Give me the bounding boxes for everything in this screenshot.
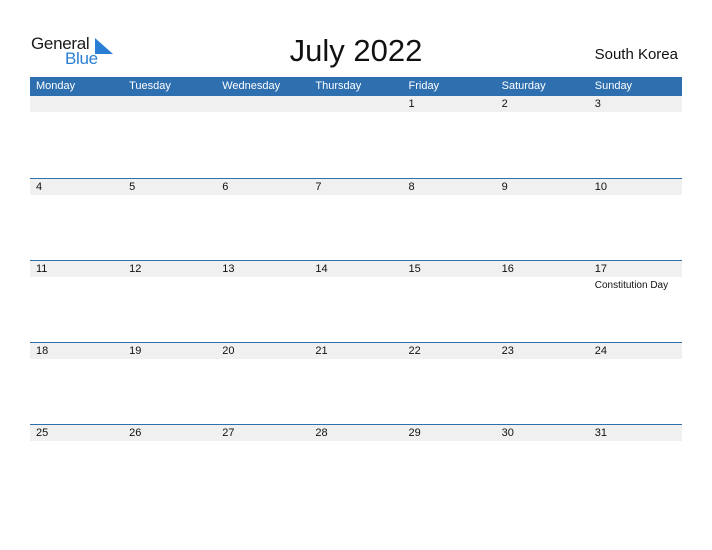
day-number: 19 (129, 345, 142, 357)
weekday-friday: Friday (408, 80, 440, 92)
day-cell: 4 (30, 179, 123, 195)
day-cell (123, 96, 216, 112)
day-number: 3 (594, 98, 601, 110)
day-number: 4 (36, 181, 43, 193)
day-cell: 16 (496, 261, 589, 277)
day-cell: 18 (30, 343, 123, 359)
day-number: 12 (129, 263, 142, 275)
holiday-label: Constitution Day (594, 280, 669, 291)
weekday-wednesday: Wednesday (222, 80, 281, 92)
week-row: 11 12 13 14 15 16 17 Constitution Day (30, 260, 682, 342)
day-cell: 24 (589, 343, 682, 359)
day-number: 8 (408, 181, 415, 193)
day-cell: 10 (589, 179, 682, 195)
day-cell: 14 (309, 261, 402, 277)
day-cell: 29 (403, 425, 496, 441)
date-strip: 4 5 6 7 8 9 10 (30, 179, 682, 195)
country-label: South Korea (594, 46, 678, 63)
day-number: 9 (501, 181, 508, 193)
day-cell (30, 96, 123, 112)
week-row: 25 26 27 28 29 30 31 (30, 424, 682, 506)
day-cell (309, 96, 402, 112)
week-row: 18 19 20 21 22 23 24 (30, 342, 682, 424)
day-cell: 15 (403, 261, 496, 277)
calendar-grid: Monday Tuesday Wednesday Thursday Friday… (30, 77, 682, 506)
day-cell: 27 (216, 425, 309, 441)
day-number: 6 (222, 181, 229, 193)
day-number: 22 (408, 345, 421, 357)
day-cell: 22 (403, 343, 496, 359)
day-cell: 17 Constitution Day (589, 261, 682, 291)
day-cell: 25 (30, 425, 123, 441)
day-number: 24 (594, 345, 607, 357)
day-number: 1 (408, 98, 415, 110)
day-cell: 21 (309, 343, 402, 359)
day-cell: 28 (309, 425, 402, 441)
day-number: 21 (315, 345, 328, 357)
day-number: 17 (594, 263, 607, 275)
day-cell: 12 (123, 261, 216, 277)
day-cell: 20 (216, 343, 309, 359)
day-number: 28 (315, 427, 328, 439)
day-number: 15 (408, 263, 421, 275)
day-number: 23 (501, 345, 514, 357)
day-cell: 5 (123, 179, 216, 195)
weekday-saturday: Saturday (501, 80, 546, 92)
weekday-tuesday: Tuesday (129, 80, 171, 92)
week-row: 1 2 3 (30, 96, 682, 178)
day-cell: 3 (589, 96, 682, 112)
date-strip: 1 2 3 (30, 96, 682, 112)
day-number: 2 (501, 98, 508, 110)
day-number: 10 (594, 181, 607, 193)
week-row: 4 5 6 7 8 9 10 (30, 178, 682, 260)
day-number: 29 (408, 427, 421, 439)
day-cell: 31 (589, 425, 682, 441)
day-cell: 30 (496, 425, 589, 441)
date-strip: 11 12 13 14 15 16 17 Constitution Day (30, 261, 682, 291)
day-number: 14 (315, 263, 328, 275)
day-number: 25 (36, 427, 49, 439)
day-cell (216, 96, 309, 112)
day-cell: 19 (123, 343, 216, 359)
day-number: 11 (36, 263, 48, 275)
day-cell: 1 (403, 96, 496, 112)
day-cell: 8 (403, 179, 496, 195)
day-cell: 11 (30, 261, 123, 277)
day-number: 20 (222, 345, 235, 357)
day-cell: 9 (496, 179, 589, 195)
weekday-monday: Monday (36, 80, 76, 92)
weekday-header: Monday Tuesday Wednesday Thursday Friday… (30, 77, 682, 96)
day-number: 31 (594, 427, 607, 439)
day-number: 27 (222, 427, 235, 439)
day-cell: 26 (123, 425, 216, 441)
day-number: 26 (129, 427, 142, 439)
weekday-thursday: Thursday (315, 80, 362, 92)
day-number: 13 (222, 263, 235, 275)
weekday-sunday: Sunday (594, 80, 633, 92)
day-number: 16 (501, 263, 514, 275)
date-strip: 25 26 27 28 29 30 31 (30, 425, 682, 441)
day-cell: 23 (496, 343, 589, 359)
date-strip: 18 19 20 21 22 23 24 (30, 343, 682, 359)
day-cell: 6 (216, 179, 309, 195)
day-number: 18 (36, 345, 49, 357)
day-cell: 2 (496, 96, 589, 112)
day-number: 5 (129, 181, 136, 193)
day-number: 30 (501, 427, 514, 439)
day-number: 7 (315, 181, 322, 193)
weeks-container: 1 2 3 4 5 6 7 8 9 10 11 12 13 14 15 16 17 Constitution Da… (30, 96, 682, 506)
day-cell: 7 (309, 179, 402, 195)
day-cell: 13 (216, 261, 309, 277)
